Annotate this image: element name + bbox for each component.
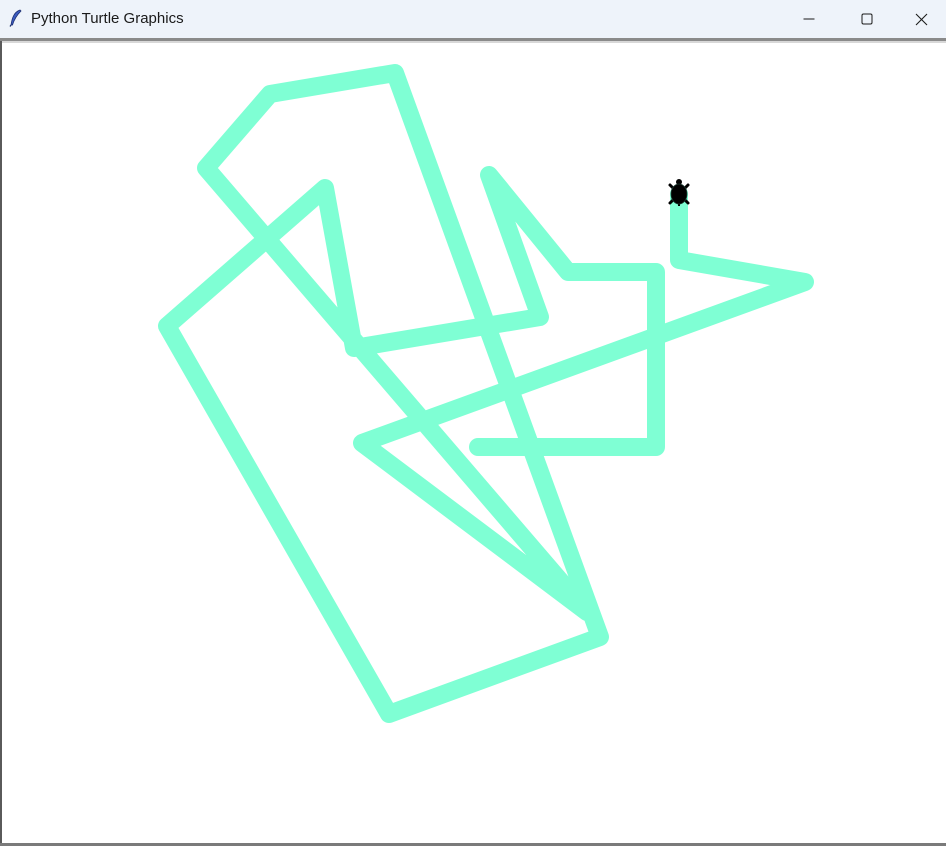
- window-title: Python Turtle Graphics: [31, 10, 184, 27]
- close-button[interactable]: [896, 0, 946, 38]
- drawing-surface: [158, 64, 814, 723]
- feather-icon: [8, 9, 24, 27]
- minimize-button[interactable]: [780, 0, 838, 38]
- maximize-button[interactable]: [838, 0, 896, 38]
- maximize-icon: [861, 13, 873, 25]
- turtle-icon: [668, 179, 690, 206]
- turtle-window: Python Turtle Graphics: [0, 0, 946, 846]
- turtle-path: [158, 64, 814, 723]
- title-bar[interactable]: Python Turtle Graphics: [0, 0, 946, 38]
- close-icon: [915, 13, 927, 25]
- minimize-icon: [803, 18, 815, 20]
- turtle-canvas[interactable]: [2, 43, 946, 843]
